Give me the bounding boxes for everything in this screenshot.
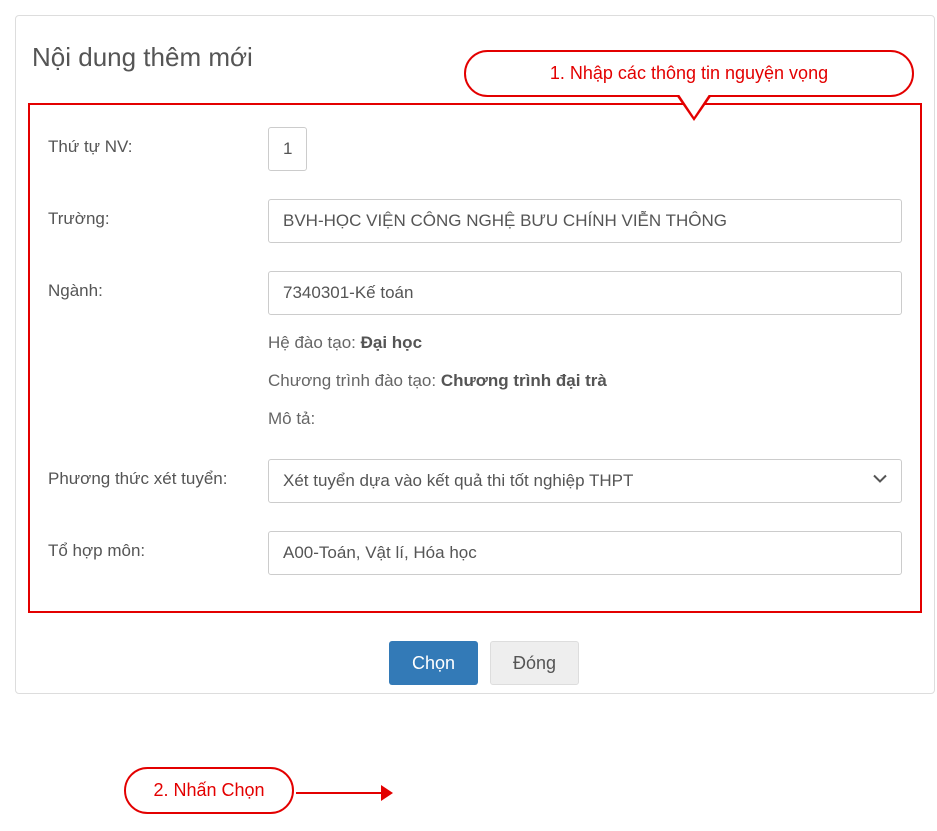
annotation-1-text: 1. Nhập các thông tin nguyện vọng	[550, 63, 828, 83]
annotation-step-1: 1. Nhập các thông tin nguyện vọng	[464, 50, 914, 97]
input-subjects-value: A00-Toán, Vật lí, Hóa học	[283, 543, 477, 563]
annotation-2-text: 2. Nhấn Chọn	[153, 780, 264, 800]
info-program-value: Chương trình đại trà	[441, 371, 607, 390]
info-system-value: Đại học	[361, 333, 422, 352]
select-method[interactable]: Xét tuyển dựa vào kết quả thi tốt nghiệp…	[268, 459, 902, 503]
row-major: Ngành: 7340301-Kế toán Hệ đào tạo: Đại h…	[48, 271, 902, 429]
info-system: Hệ đào tạo: Đại học	[268, 333, 902, 353]
label-major: Ngành:	[48, 271, 268, 301]
input-school[interactable]: BVH-HỌC VIỆN CÔNG NGHỆ BƯU CHÍNH VIỄN TH…	[268, 199, 902, 243]
label-method: Phương thức xét tuyển:	[48, 459, 268, 489]
info-program: Chương trình đào tạo: Chương trình đại t…	[268, 371, 902, 391]
major-extra-info: Hệ đào tạo: Đại học Chương trình đào tạo…	[268, 333, 902, 429]
input-school-value: BVH-HỌC VIỆN CÔNG NGHỆ BƯU CHÍNH VIỄN TH…	[283, 211, 727, 231]
dialog-container: 1. Nhập các thông tin nguyện vọng Nội du…	[15, 15, 935, 694]
input-major[interactable]: 7340301-Kế toán	[268, 271, 902, 315]
info-system-label: Hệ đào tạo:	[268, 333, 361, 352]
label-order: Thứ tự NV:	[48, 127, 268, 157]
button-row: Chọn Đóng	[389, 641, 926, 685]
close-button[interactable]: Đóng	[490, 641, 579, 685]
input-major-value: 7340301-Kế toán	[283, 283, 413, 303]
info-desc: Mô tả:	[268, 409, 902, 429]
row-method: Phương thức xét tuyển: Xét tuyển dựa vào…	[48, 459, 902, 503]
info-program-label: Chương trình đào tạo:	[268, 371, 441, 390]
input-order[interactable]: 1	[268, 127, 307, 171]
row-order: Thứ tự NV: 1	[48, 127, 902, 171]
row-school: Trường: BVH-HỌC VIỆN CÔNG NGHỆ BƯU CHÍNH…	[48, 199, 902, 243]
row-subjects: Tổ hợp môn: A00-Toán, Vật lí, Hóa học	[48, 531, 902, 575]
select-method-value: Xét tuyển dựa vào kết quả thi tốt nghiệp…	[283, 471, 633, 491]
label-school: Trường:	[48, 199, 268, 229]
label-subjects: Tổ hợp môn:	[48, 531, 268, 561]
input-subjects[interactable]: A00-Toán, Vật lí, Hóa học	[268, 531, 902, 575]
annotation-2-arrow	[296, 792, 391, 794]
annotation-step-2: 2. Nhấn Chọn	[124, 767, 294, 814]
form-highlight-box: Thứ tự NV: 1 Trường: BVH-HỌC VIỆN CÔNG N…	[28, 103, 922, 613]
input-order-value: 1	[283, 139, 292, 159]
choose-button[interactable]: Chọn	[389, 641, 478, 685]
